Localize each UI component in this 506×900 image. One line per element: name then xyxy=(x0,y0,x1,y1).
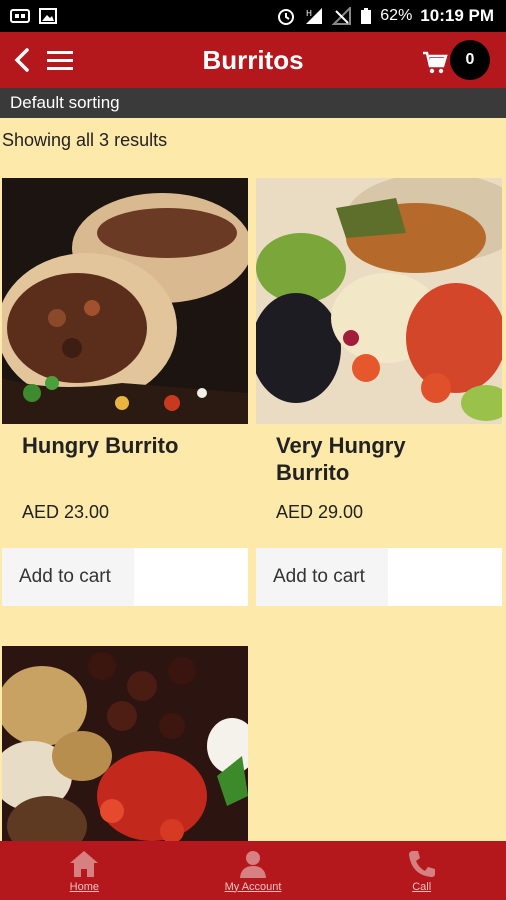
hamburger-menu-icon xyxy=(47,51,73,70)
add-to-cart-row: Add to cart xyxy=(2,548,248,606)
account-icon xyxy=(240,850,266,878)
alarm-icon xyxy=(278,9,295,25)
product-price: AED 29.00 xyxy=(276,502,364,522)
cart-count-badge: 0 xyxy=(450,40,490,80)
add-to-cart-button[interactable]: Add to cart xyxy=(256,548,388,606)
product-image[interactable] xyxy=(2,646,248,841)
product-price: AED 23.00 xyxy=(22,502,110,522)
product-name[interactable]: Very Hungry Burrito xyxy=(256,424,502,502)
home-icon xyxy=(70,850,99,877)
results-count: Showing all 3 results xyxy=(2,130,168,150)
clock-time: 10:19 PM xyxy=(420,6,494,25)
product-image[interactable] xyxy=(2,178,248,424)
cart-icon xyxy=(423,51,448,74)
image-icon xyxy=(39,8,57,24)
sim-icon xyxy=(10,9,30,23)
phone-icon xyxy=(408,850,435,877)
back-button[interactable] xyxy=(2,32,42,88)
app-bar: Burritos 0 xyxy=(0,32,506,88)
nav-home-label: Home xyxy=(69,880,99,893)
nav-my-account[interactable]: My Account xyxy=(169,841,338,900)
sort-dropdown[interactable]: Default sorting xyxy=(0,88,506,118)
cart-button[interactable]: 0 xyxy=(422,40,490,80)
svg-text:H: H xyxy=(306,9,312,18)
battery-percent: 62% xyxy=(380,7,413,24)
product-name[interactable]: Hungry Burrito xyxy=(2,424,248,502)
nav-my-account-label: My Account xyxy=(224,880,282,893)
battery-icon xyxy=(361,8,372,24)
add-to-cart-row: Add to cart xyxy=(256,548,502,606)
product-card: Hungry Burrito AED 23.00 Add to cart xyxy=(2,178,248,606)
nav-call-label: Call xyxy=(412,880,432,893)
signal-h-icon: H xyxy=(306,8,323,24)
product-image[interactable] xyxy=(256,178,502,424)
no-signal-icon xyxy=(332,7,352,25)
status-bar: H 62% 10:19 PM xyxy=(0,0,506,32)
back-arrow-icon xyxy=(14,48,29,72)
bottom-navigation: Home My Account Call xyxy=(0,841,506,900)
product-card xyxy=(2,646,248,841)
add-to-cart-button[interactable]: Add to cart xyxy=(2,548,134,606)
product-card: Very Hungry Burrito AED 29.00 Add to car… xyxy=(256,178,502,606)
nav-home[interactable]: Home xyxy=(0,841,169,900)
menu-button[interactable] xyxy=(42,32,78,88)
nav-call[interactable]: Call xyxy=(337,841,506,900)
